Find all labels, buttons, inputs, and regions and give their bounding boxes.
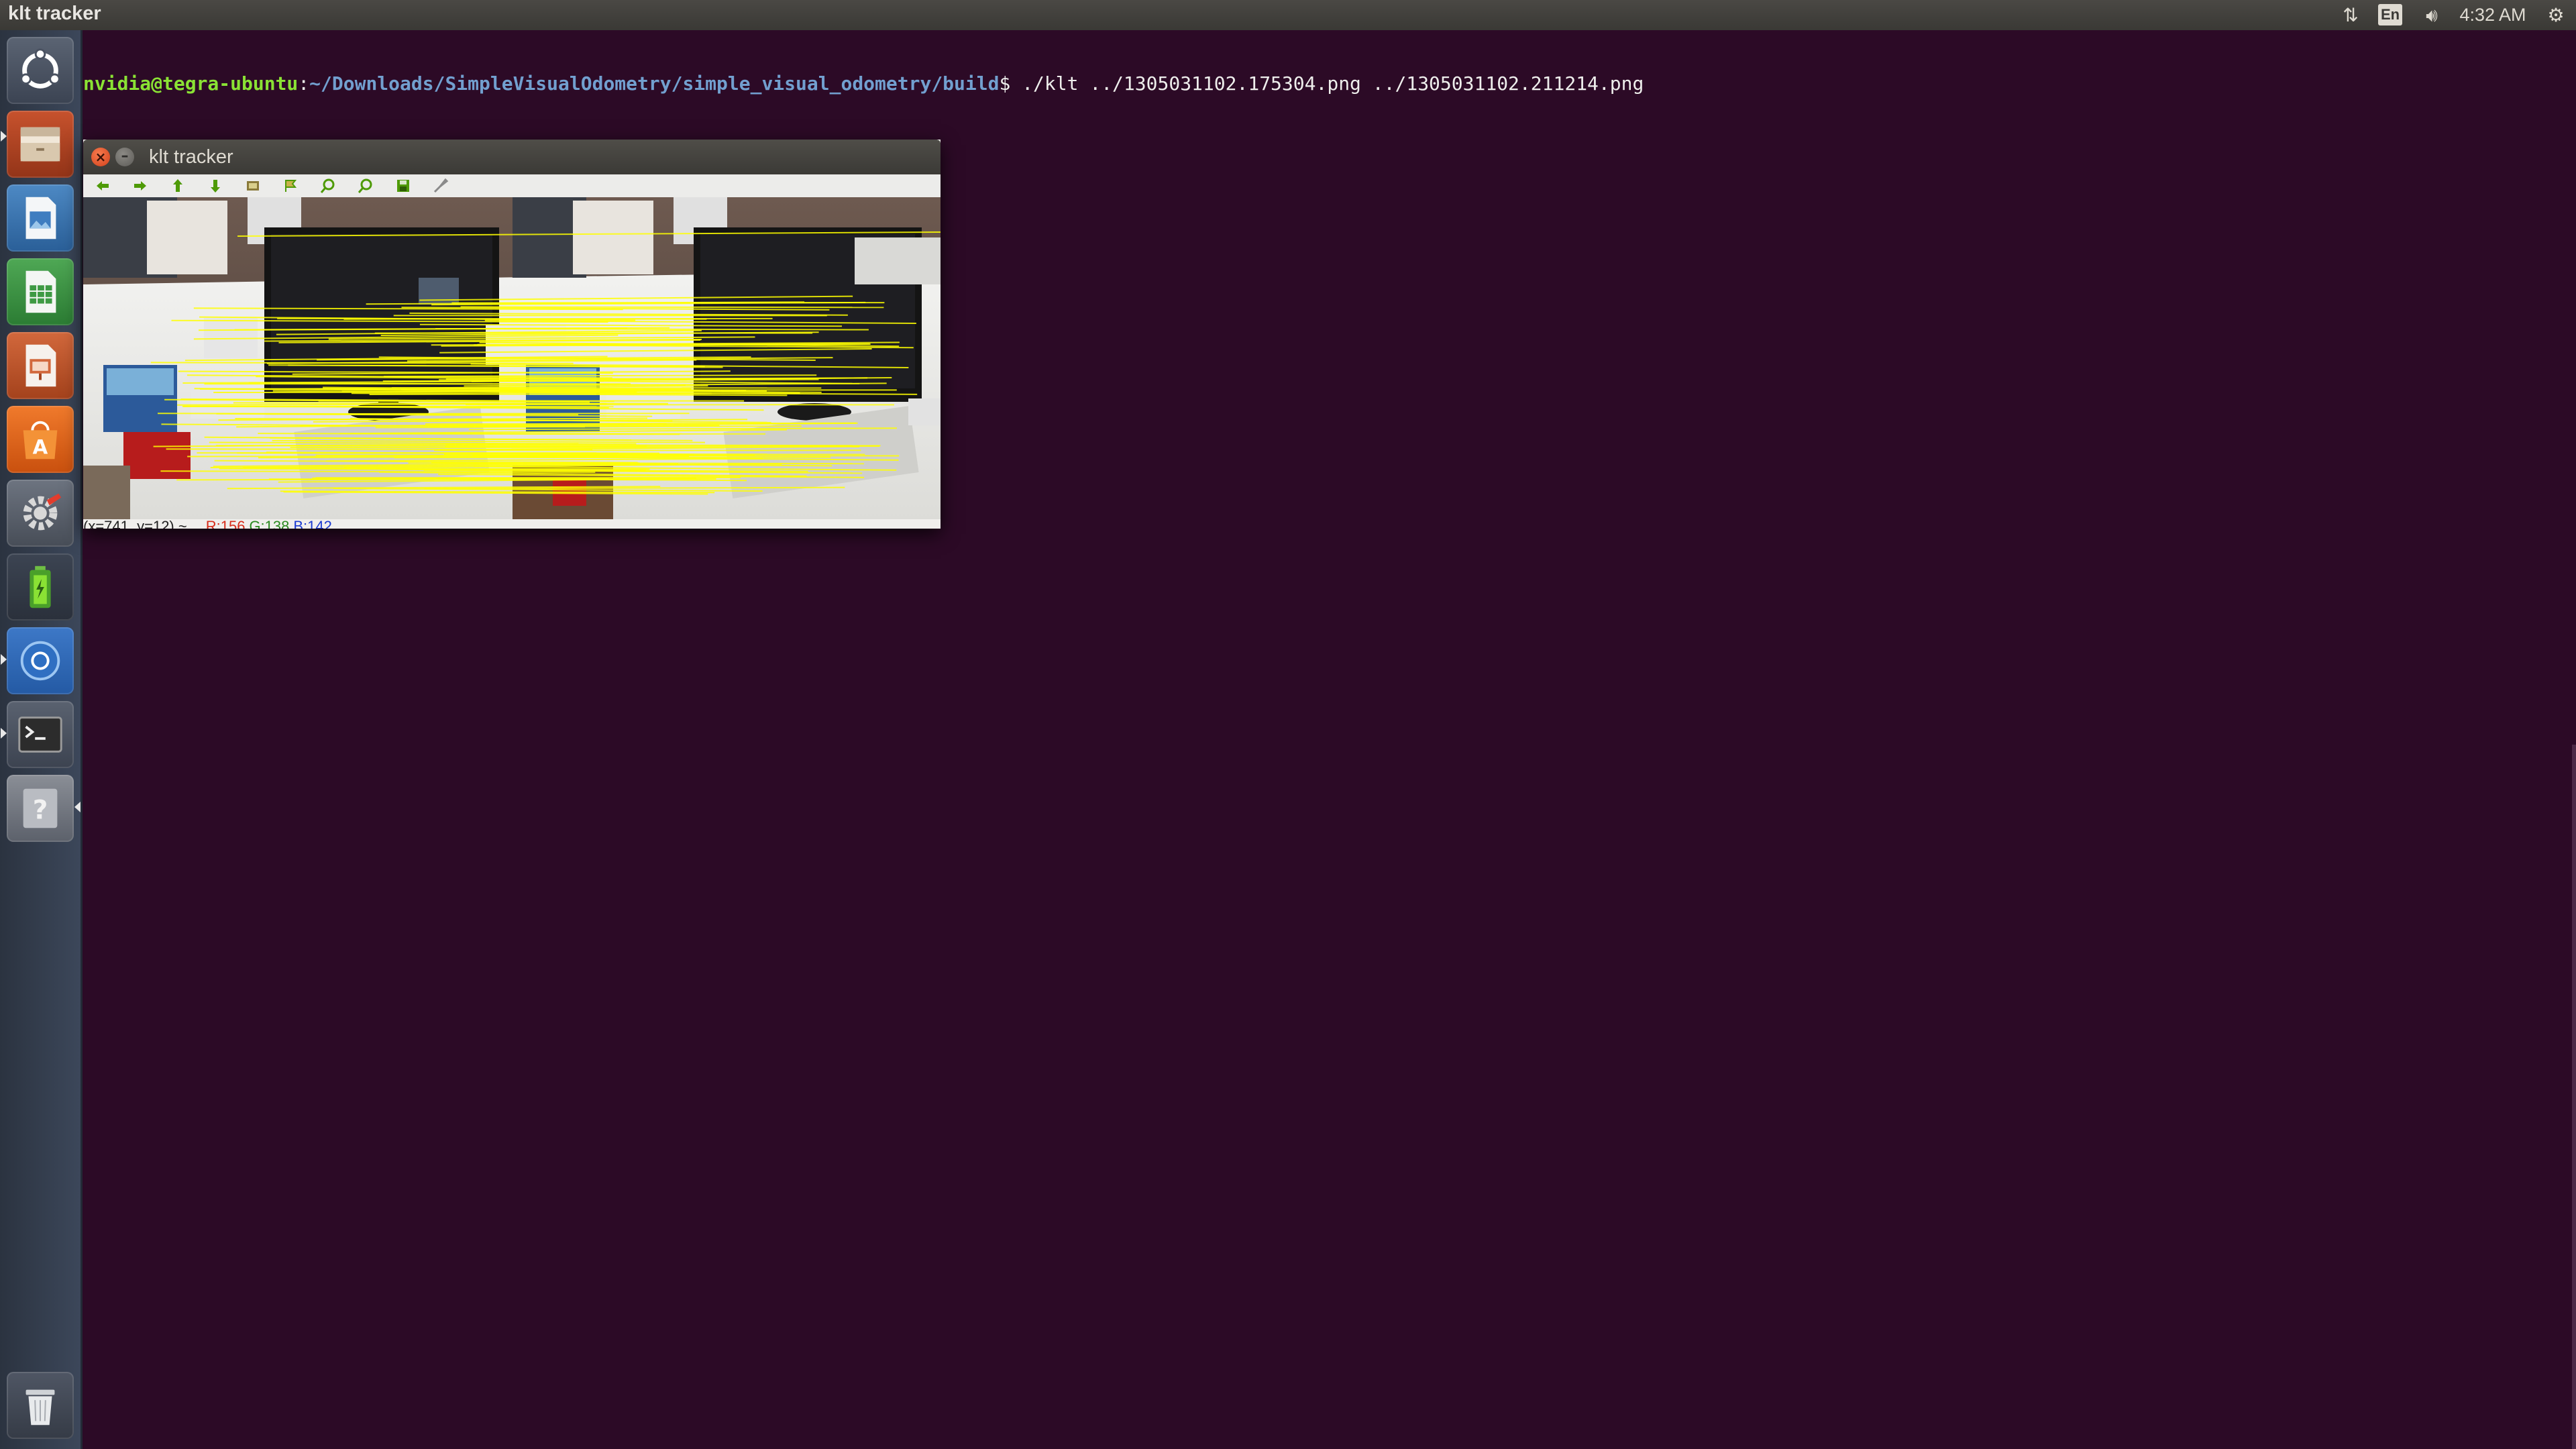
trash-icon[interactable] bbox=[7, 1372, 74, 1439]
status-blue-value: B:142 bbox=[293, 519, 332, 529]
status-coordinates: (x=741, y=12) ~ bbox=[83, 519, 187, 529]
klt-titlebar[interactable]: × – klt tracker bbox=[83, 140, 941, 174]
pan-left-icon[interactable] bbox=[94, 177, 111, 195]
svg-text:A: A bbox=[33, 435, 48, 458]
ubuntu-dash-icon[interactable] bbox=[7, 37, 74, 104]
libreoffice-calc-icon[interactable] bbox=[7, 258, 74, 325]
launcher: A ? bbox=[0, 30, 83, 1449]
active-indicator bbox=[74, 802, 80, 812]
track-line bbox=[233, 402, 668, 405]
prompt-user: nvidia@tegra-ubuntu bbox=[83, 72, 299, 95]
svg-text:?: ? bbox=[33, 796, 48, 826]
terminal-icon[interactable] bbox=[7, 701, 74, 768]
prompt-separator: : bbox=[298, 72, 310, 95]
save-icon[interactable] bbox=[394, 177, 412, 195]
klt-window-title: klt tracker bbox=[149, 146, 233, 168]
klt-statusbar: (x=741, y=12) ~ R:156 G:138 B:142 bbox=[83, 519, 941, 529]
track-line bbox=[215, 445, 647, 447]
command-text: ./klt ../1305031102.175304.png ../130503… bbox=[1022, 72, 1644, 95]
ubuntu-software-icon[interactable]: A bbox=[7, 406, 74, 473]
top-panel: klt tracker ⇅ En 🔊︎ 4:32 AM ⚙ bbox=[0, 0, 2576, 30]
zoom-in-icon[interactable] bbox=[319, 177, 337, 195]
zoom-original-icon[interactable] bbox=[282, 177, 299, 195]
running-indicator bbox=[1, 728, 7, 739]
klt-tracker-window: × – klt tracker (x=741, y=12) ~ R:156 G:… bbox=[83, 140, 941, 529]
status-red-value: R:156 bbox=[205, 519, 246, 529]
pan-right-icon[interactable] bbox=[131, 177, 149, 195]
zoom-out-icon[interactable] bbox=[357, 177, 374, 195]
zoom-fit-icon[interactable] bbox=[244, 177, 262, 195]
track-line bbox=[187, 455, 625, 458]
image-viewer-icon[interactable] bbox=[7, 184, 74, 252]
keyboard-layout-indicator[interactable]: En bbox=[2378, 4, 2402, 25]
libreoffice-impress-icon[interactable] bbox=[7, 332, 74, 399]
prompt-path: ~/Downloads/SimpleVisualOdometry/simple_… bbox=[309, 72, 1000, 95]
speaker-icon[interactable]: 🔊︎ bbox=[2415, 0, 2449, 30]
tracked-image[interactable] bbox=[83, 197, 941, 522]
terminal-scrollbar[interactable] bbox=[2572, 745, 2576, 1449]
network-transfer-icon[interactable]: ⇅ bbox=[2339, 0, 2363, 30]
track-line bbox=[176, 478, 609, 481]
pan-down-icon[interactable] bbox=[207, 177, 224, 195]
running-indicator bbox=[1, 131, 7, 142]
status-green-value: G:138 bbox=[249, 519, 290, 529]
track-line bbox=[339, 433, 766, 435]
prompt-end: $ bbox=[999, 72, 1022, 95]
track-line bbox=[150, 362, 574, 364]
pan-up-icon[interactable] bbox=[169, 177, 186, 195]
clock[interactable]: 4:32 AM bbox=[2455, 0, 2530, 30]
active-window-title: klt tracker bbox=[8, 3, 101, 24]
klt-toolbar bbox=[83, 174, 941, 197]
gear-icon[interactable]: ⚙ bbox=[2542, 0, 2569, 30]
minimize-button[interactable]: – bbox=[115, 148, 134, 166]
files-icon[interactable] bbox=[7, 111, 74, 178]
properties-icon[interactable] bbox=[432, 177, 449, 195]
track-line bbox=[290, 446, 724, 449]
chromium-icon[interactable] bbox=[7, 627, 74, 694]
help-icon[interactable]: ? bbox=[7, 775, 74, 842]
terminal-prompt-line: nvidia@tegra-ubuntu:~/Downloads/SimpleVi… bbox=[83, 73, 2565, 95]
battery-app-icon[interactable] bbox=[7, 553, 74, 621]
system-settings-icon[interactable] bbox=[7, 480, 74, 547]
close-button[interactable]: × bbox=[91, 148, 110, 166]
running-indicator bbox=[1, 654, 7, 665]
